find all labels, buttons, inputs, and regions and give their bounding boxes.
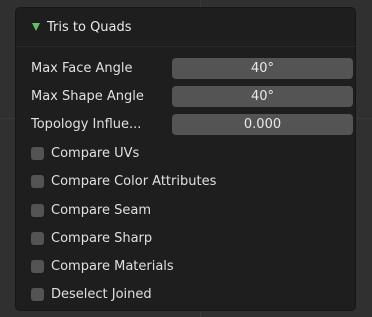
- deselect-joined-label: Deselect Joined: [51, 286, 152, 302]
- max-face-angle-row: Max Face Angle 40°: [31, 58, 353, 79]
- compare-color-attributes-label: Compare Color Attributes: [51, 173, 217, 189]
- compare-sharp-label: Compare Sharp: [51, 230, 153, 246]
- panel-title: Tris to Quads: [47, 19, 132, 35]
- checkbox-icon[interactable]: [31, 259, 44, 273]
- max-face-angle-value: 40°: [250, 61, 275, 76]
- compare-color-attributes-checkbox[interactable]: Compare Color Attributes: [31, 171, 216, 191]
- compare-uvs-label: Compare UVs: [51, 145, 140, 161]
- max-shape-angle-label: Max Shape Angle: [31, 89, 144, 104]
- checkbox-icon[interactable]: [31, 287, 44, 301]
- operator-redo-panel: Tris to Quads Max Face Angle 40° Max Sha…: [15, 7, 356, 311]
- topology-influence-label: Topology Influe...: [31, 117, 142, 132]
- compare-seam-label: Compare Seam: [51, 202, 151, 218]
- max-shape-angle-field[interactable]: 40°: [172, 86, 353, 107]
- compare-sharp-checkbox[interactable]: Compare Sharp: [31, 228, 152, 248]
- topology-influence-row: Topology Influe... 0.000: [31, 114, 353, 135]
- max-face-angle-field[interactable]: 40°: [172, 58, 353, 79]
- topology-influence-value: 0.000: [243, 117, 282, 132]
- compare-materials-checkbox[interactable]: Compare Materials: [31, 256, 174, 276]
- checkbox-icon[interactable]: [31, 146, 44, 160]
- max-shape-angle-value: 40°: [250, 89, 275, 104]
- panel-header[interactable]: Tris to Quads: [16, 8, 355, 47]
- checkbox-icon[interactable]: [31, 174, 44, 188]
- deselect-joined-checkbox[interactable]: Deselect Joined: [31, 284, 152, 304]
- compare-seam-checkbox[interactable]: Compare Seam: [31, 200, 151, 220]
- max-face-angle-label: Max Face Angle: [31, 61, 133, 76]
- disclosure-triangle-icon[interactable]: [32, 23, 40, 31]
- compare-materials-label: Compare Materials: [51, 258, 174, 274]
- checkbox-icon[interactable]: [31, 231, 44, 245]
- compare-uvs-checkbox[interactable]: Compare UVs: [31, 143, 139, 163]
- checkbox-icon[interactable]: [31, 203, 44, 217]
- max-shape-angle-row: Max Shape Angle 40°: [31, 86, 353, 107]
- topology-influence-field[interactable]: 0.000: [172, 114, 353, 135]
